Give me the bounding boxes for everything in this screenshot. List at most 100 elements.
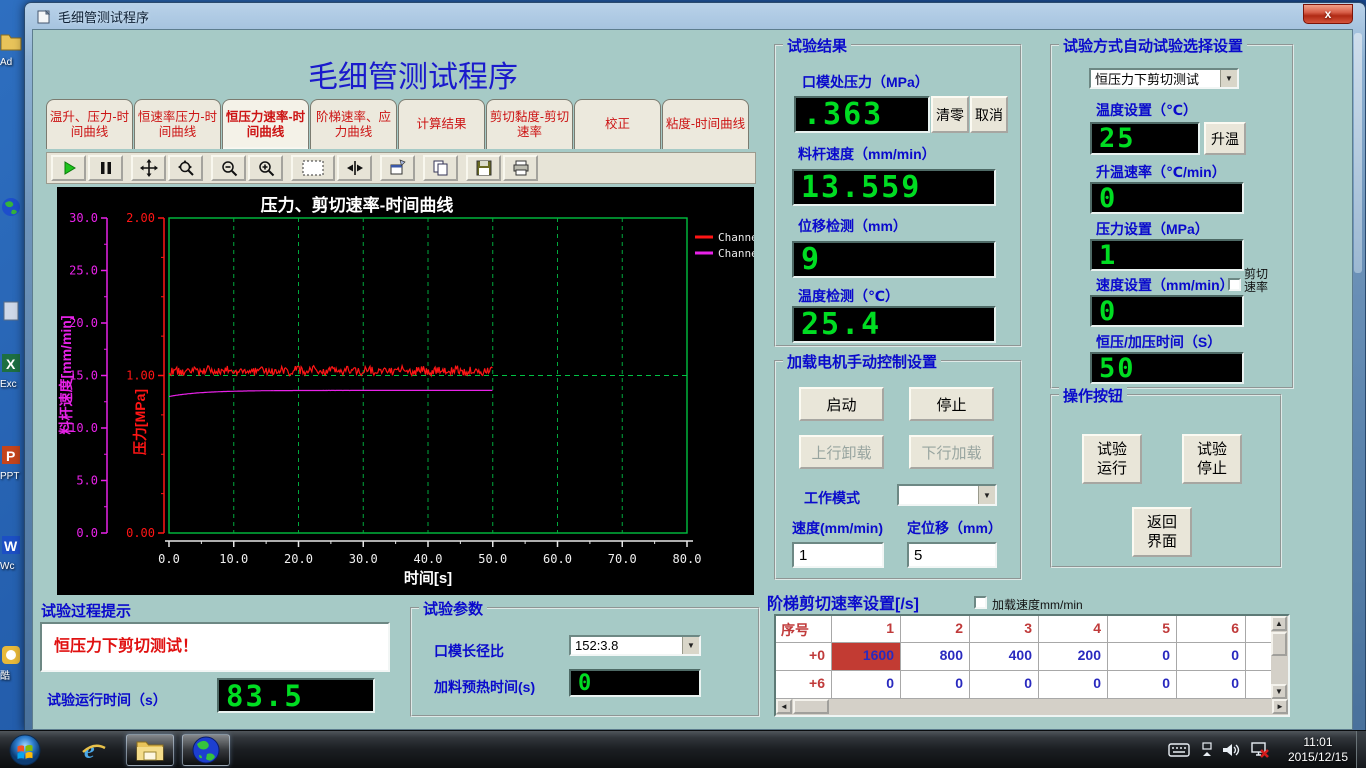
table-cell[interactable]: 0 — [832, 671, 901, 699]
jog-speed-input[interactable]: 1 — [792, 542, 884, 568]
tab-strip: 温升、压力-时间曲线 恒速率压力-时间曲线 恒压力速率-时间曲线 阶梯速率、应力… — [46, 99, 756, 149]
start-button[interactable] — [6, 734, 44, 766]
test-run-button[interactable]: 试验 运行 — [1082, 434, 1142, 484]
chevron-down-icon[interactable]: ▼ — [1220, 70, 1237, 87]
taskbar-ie-button[interactable]: e — [72, 734, 116, 766]
zoom-in-button[interactable] — [248, 155, 283, 181]
taskbar-explorer-button[interactable] — [126, 734, 174, 766]
motor-up-unload-button[interactable]: 上行卸载 — [799, 435, 884, 469]
motor-down-load-button[interactable]: 下行加载 — [909, 435, 994, 469]
play-button[interactable] — [51, 155, 86, 181]
tab-step-rate-stress[interactable]: 阶梯速率、应力曲线 — [310, 99, 397, 149]
runtime-display: 83.5 — [217, 678, 375, 713]
vscroll-thumb[interactable] — [1271, 632, 1287, 656]
keyboard-tray-icon[interactable] — [1168, 743, 1190, 757]
table-hscrollbar[interactable]: ◄ ► — [776, 699, 1288, 715]
zoom-out-button[interactable] — [211, 155, 246, 181]
taskbar: e — [0, 730, 1366, 768]
desktop-icon-adobe[interactable]: Ad — [0, 30, 24, 68]
heat-rate-display: 0 — [1090, 182, 1244, 214]
tab-const-pressure-rate[interactable]: 恒压力速率-时间曲线 — [222, 99, 309, 149]
work-mode-dropdown[interactable]: ▼ — [897, 484, 997, 506]
table-cell[interactable]: 0 — [901, 671, 970, 699]
page-title: 毛细管测试程序 — [193, 52, 633, 96]
close-button[interactable]: x — [1303, 4, 1353, 24]
window-frame-scrollbar[interactable] — [1354, 33, 1362, 273]
hold-time-display: 50 — [1090, 352, 1244, 384]
tab-const-rate-pressure[interactable]: 恒速率压力-时间曲线 — [134, 99, 221, 149]
chevron-down-icon[interactable]: ▼ — [978, 486, 995, 504]
pause-button[interactable] — [88, 155, 123, 181]
select-region-button[interactable] — [291, 155, 335, 181]
volume-tray-icon[interactable] — [1222, 742, 1242, 758]
desktop-icon-music[interactable]: 酷 — [0, 644, 24, 682]
properties-button[interactable] — [380, 155, 415, 181]
copy-button[interactable] — [423, 155, 458, 181]
header-filler — [1246, 616, 1271, 643]
show-desktop-button[interactable] — [1356, 731, 1366, 768]
travel-input[interactable]: 5 — [907, 542, 997, 568]
scroll-right-arrow[interactable]: ► — [1272, 699, 1288, 714]
motor-stop-button[interactable]: 停止 — [909, 387, 994, 421]
cancel-button[interactable]: 取消 — [970, 96, 1008, 133]
print-button[interactable] — [503, 155, 538, 181]
tab-viscosity-time[interactable]: 粘度-时间曲线 — [662, 99, 749, 149]
show-hidden-icons-button[interactable] — [1200, 742, 1214, 758]
table-cell[interactable]: 0 — [1039, 671, 1108, 699]
svg-text:50.0: 50.0 — [478, 552, 507, 566]
zoom-dynamic-button[interactable] — [168, 155, 203, 181]
cursor-snap-button[interactable] — [337, 155, 372, 181]
heat-rate-label: 升温速率（℃/min） — [1096, 162, 1226, 182]
back-to-main-button[interactable]: 返回 界面 — [1132, 507, 1192, 557]
table-cell[interactable]: 800 — [901, 643, 970, 671]
table-cell[interactable]: 1600 — [832, 643, 901, 671]
svg-text:Channel 1: Channel 1 — [718, 231, 754, 244]
test-results-panel: 试验结果 口模处压力（MPa） .363 清零 取消 料杆速度（mm/min） … — [774, 44, 1022, 347]
scroll-up-arrow[interactable]: ▲ — [1271, 616, 1287, 631]
shear-rate-checkbox[interactable] — [1228, 278, 1241, 291]
tab-temp-pressure-time[interactable]: 温升、压力-时间曲线 — [46, 99, 133, 149]
desktop-icon-word[interactable]: W Wc — [0, 534, 24, 572]
titlebar[interactable]: 毛细管测试程序 x — [25, 3, 1365, 30]
motor-start-button[interactable]: 启动 — [799, 387, 884, 421]
table-cell[interactable] — [1246, 671, 1271, 699]
table-cell[interactable]: 0 — [1108, 643, 1177, 671]
test-mode-dropdown[interactable]: 恒压力下剪切测试 ▼ — [1089, 68, 1239, 89]
table-cell[interactable]: 0 — [1108, 671, 1177, 699]
header-cell: 1 — [832, 616, 901, 643]
test-stop-button[interactable]: 试验 停止 — [1182, 434, 1242, 484]
header-cell: 5 — [1108, 616, 1177, 643]
tab-label: 恒压力速率-时间曲线 — [225, 110, 306, 140]
music-app-icon — [0, 644, 22, 666]
tab-shear-viscosity[interactable]: 剪切黏度-剪切速率 — [486, 99, 573, 149]
desktop-icon-doc[interactable] — [0, 300, 24, 327]
clock-area[interactable]: 11:01 2015/12/15 — [1288, 731, 1348, 768]
table-cell[interactable]: 0 — [970, 671, 1039, 699]
chart-area[interactable]: 压力、剪切速率-时间曲线0.010.020.030.040.050.060.07… — [57, 187, 754, 595]
die-ratio-dropdown[interactable]: 152:3.8 ▼ — [569, 635, 701, 656]
desktop-icon-globe[interactable] — [0, 196, 24, 223]
taskbar-app-button[interactable] — [182, 734, 230, 766]
table-cell[interactable]: 200 — [1039, 643, 1108, 671]
table-vscrollbar[interactable]: ▲ ▼ — [1271, 616, 1288, 699]
pan-button[interactable] — [131, 155, 166, 181]
process-hint-box: 恒压力下剪切测试！ — [40, 622, 390, 672]
preheat-display: 0 — [569, 669, 701, 697]
hscroll-thumb[interactable] — [793, 699, 829, 714]
save-button[interactable] — [466, 155, 501, 181]
table-cell[interactable]: 0 — [1177, 671, 1246, 699]
network-error-tray-icon[interactable] — [1250, 741, 1270, 759]
tab-calc-results[interactable]: 计算结果 — [398, 99, 485, 149]
tab-calibration[interactable]: 校正 — [574, 99, 661, 149]
table-cell[interactable] — [1246, 643, 1271, 671]
table-cell[interactable]: 400 — [970, 643, 1039, 671]
heat-up-button[interactable]: 升温 — [1204, 122, 1246, 155]
scroll-down-arrow[interactable]: ▼ — [1271, 684, 1287, 699]
chevron-down-icon[interactable]: ▼ — [682, 637, 699, 654]
zero-button[interactable]: 清零 — [931, 96, 969, 133]
table-cell[interactable]: 0 — [1177, 643, 1246, 671]
load-speed-checkbox[interactable] — [974, 596, 987, 609]
desktop-icon-ppt[interactable]: P PPT — [0, 444, 24, 482]
scroll-left-arrow[interactable]: ◄ — [776, 699, 792, 714]
desktop-icon-excel[interactable]: X Exc — [0, 352, 24, 390]
